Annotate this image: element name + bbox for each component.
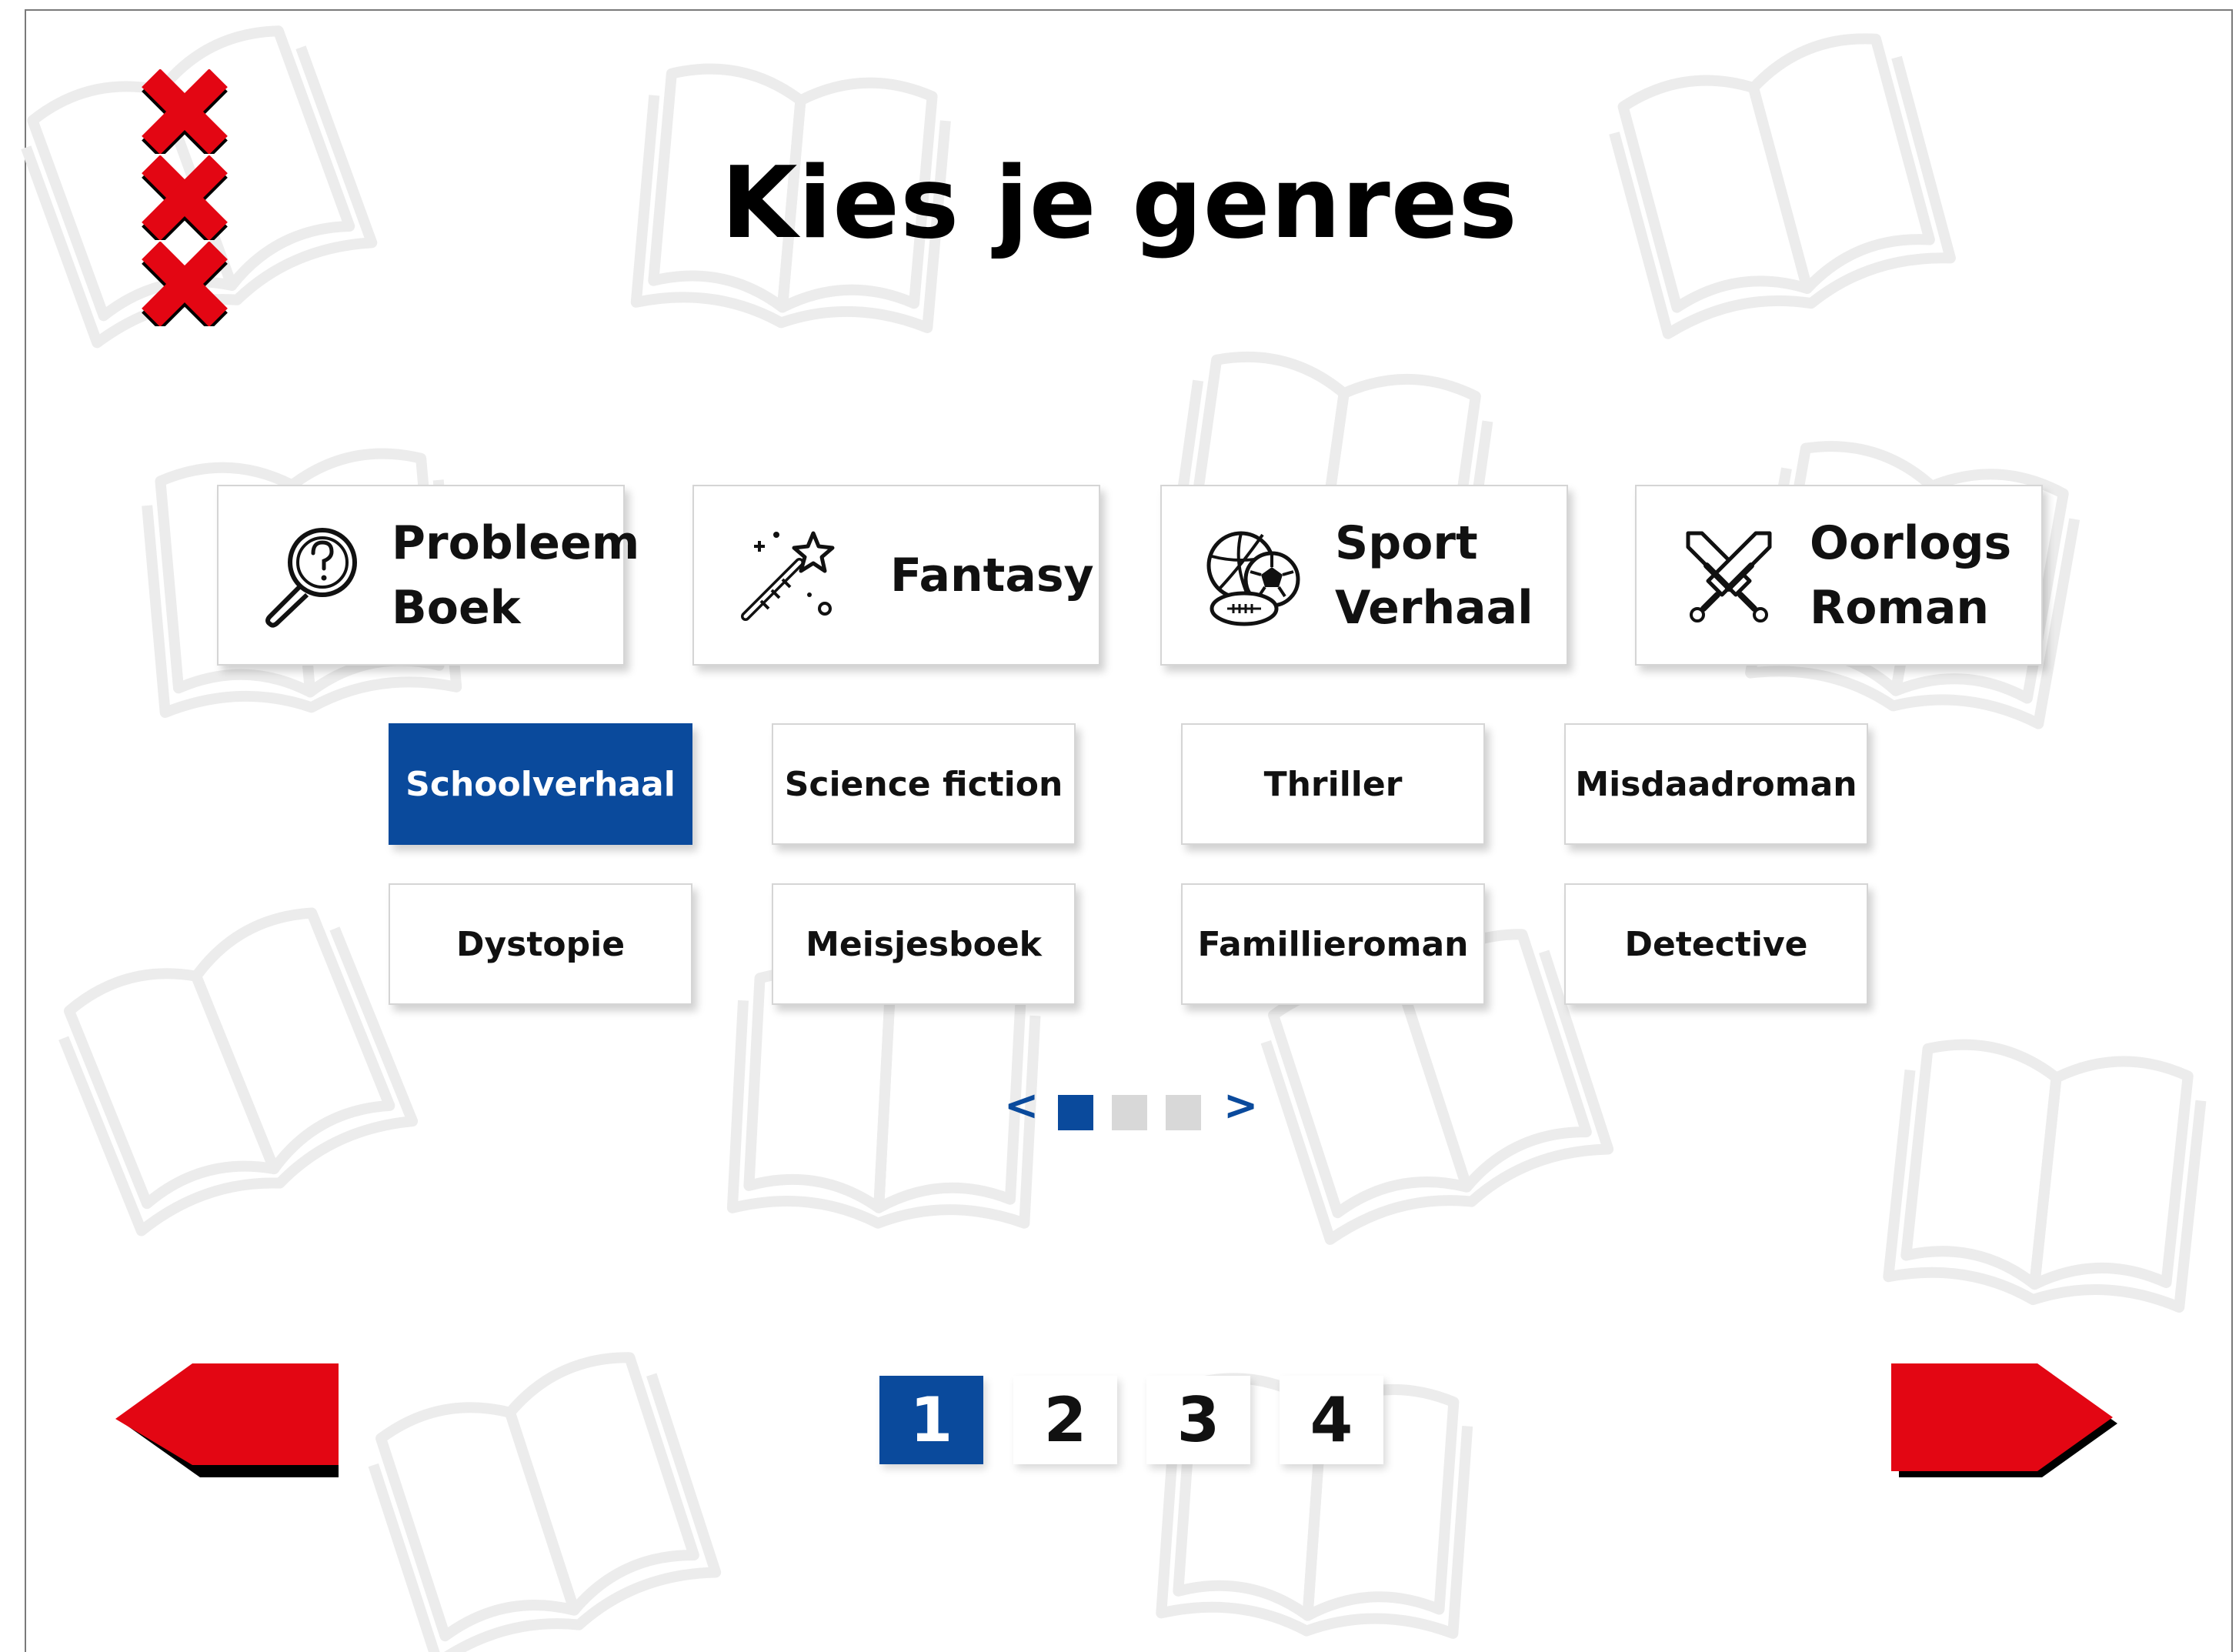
x-mark-icon xyxy=(142,69,228,154)
sports-balls-icon xyxy=(1206,531,1300,626)
page-title: Kies je genres xyxy=(721,146,1518,261)
carousel-dot[interactable] xyxy=(1166,1095,1201,1130)
subgenre-misdaadroman[interactable]: Misdaadroman xyxy=(1564,723,1868,845)
subgenre-schoolverhaal[interactable]: Schoolverhaal xyxy=(389,723,692,845)
subgenre-dystopie[interactable]: Dystopie xyxy=(389,883,692,1005)
carousel-prev-button[interactable]: < xyxy=(1004,1081,1039,1130)
genre-card-sport-verhaal[interactable]: Sport Verhaal xyxy=(1160,485,1568,666)
carousel-dot[interactable] xyxy=(1058,1095,1093,1130)
subgenre-science-fiction[interactable]: Science fiction xyxy=(772,723,1076,845)
genre-card-fantasy[interactable]: Fantasy xyxy=(692,485,1100,666)
arrow-left-icon xyxy=(115,1363,339,1477)
genre-card-label: Fantasy xyxy=(890,548,1094,602)
carousel-dot[interactable] xyxy=(1112,1095,1147,1130)
magnifier-question-icon xyxy=(265,527,357,628)
arrow-right-icon xyxy=(1891,1363,2117,1477)
crossed-swords-icon xyxy=(1686,531,1772,622)
next-button[interactable] xyxy=(1891,1363,2122,1479)
subgenre-thriller[interactable]: Thriller xyxy=(1181,723,1485,845)
back-button[interactable] xyxy=(115,1363,346,1479)
genre-card-probleem-boek[interactable]: Probleem Boek xyxy=(217,485,639,666)
subgenre-detective[interactable]: Detective xyxy=(1564,883,1868,1005)
page-button-1[interactable]: 1 xyxy=(879,1376,983,1464)
page-button-4[interactable]: 4 xyxy=(1280,1376,1383,1464)
magic-wand-icon xyxy=(741,531,835,621)
genre-card-label: Oorlogs Roman xyxy=(1810,516,2012,635)
genre-card-label: Sport Verhaal xyxy=(1335,516,1533,635)
genre-selection-screen: Kies je genres Probleem Boek Fantasy Spo… xyxy=(0,0,2239,1652)
page-button-2[interactable]: 2 xyxy=(1013,1376,1117,1464)
carousel-next-button[interactable]: > xyxy=(1223,1081,1258,1130)
page-button-3[interactable]: 3 xyxy=(1146,1376,1250,1464)
carousel-indicator: < > xyxy=(1004,1081,1258,1135)
book-watermark-icon xyxy=(1870,1007,2222,1332)
genre-card-oorlogs-roman[interactable]: Oorlogs Roman xyxy=(1635,485,2043,666)
subgenre-meisjesboek[interactable]: Meisjesboek xyxy=(772,883,1076,1005)
genre-card-label: Probleem Boek xyxy=(392,516,640,635)
subgenre-famillieroman[interactable]: Famillieroman xyxy=(1181,883,1485,1005)
